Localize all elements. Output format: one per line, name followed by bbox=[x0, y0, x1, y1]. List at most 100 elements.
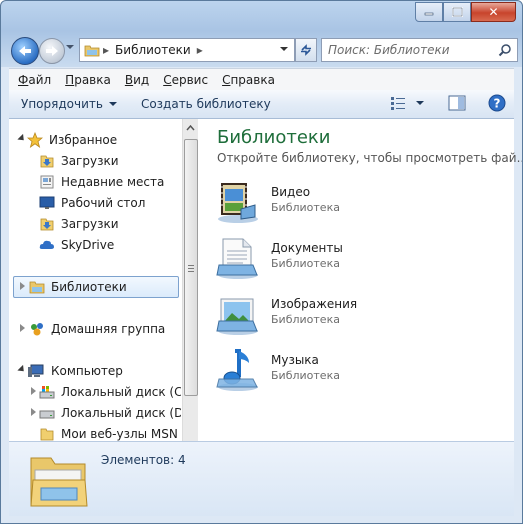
expand-computer-icon[interactable] bbox=[17, 364, 27, 375]
scroll-up-icon[interactable] bbox=[183, 121, 198, 135]
menu-view-label: ид bbox=[133, 73, 150, 87]
breadcrumb-separator: ▸ bbox=[103, 43, 110, 57]
page-subtitle: Откройте библиотеку, чтобы просмотреть ф… bbox=[217, 151, 523, 165]
expand-favorites-icon[interactable] bbox=[17, 133, 27, 144]
nav-computer-label: Компьютер bbox=[51, 364, 123, 378]
maximize-button[interactable] bbox=[443, 2, 471, 22]
menu-view[interactable]: Вид bbox=[116, 73, 154, 87]
view-chevron-down-icon bbox=[416, 101, 424, 105]
navigation-pane: Избранное Загрузки Недавние места Рабочи… bbox=[9, 119, 181, 441]
library-item-pictures[interactable]: Изображения Библиотека bbox=[215, 291, 515, 339]
search-input[interactable] bbox=[326, 42, 490, 58]
library-item-documents[interactable]: Документы Библиотека bbox=[215, 235, 515, 283]
search-icon[interactable] bbox=[498, 43, 512, 57]
expand-disk-c-icon[interactable] bbox=[31, 387, 36, 395]
back-button[interactable] bbox=[11, 37, 39, 65]
nav-recent-label: Недавние места bbox=[61, 175, 165, 189]
nav-skydrive[interactable]: SkyDrive bbox=[39, 235, 114, 255]
nav-homegroup[interactable]: Домашняя группа bbox=[29, 319, 165, 339]
nav-disk-c[interactable]: Локальный диск (C:) bbox=[39, 382, 181, 402]
forward-arrow-icon bbox=[46, 46, 58, 56]
documents-library-icon bbox=[216, 238, 258, 279]
nav-downloads-2[interactable]: Загрузки bbox=[39, 214, 119, 234]
close-button[interactable]: ✕ bbox=[471, 2, 516, 22]
refresh-button[interactable] bbox=[295, 38, 317, 62]
menu-view-accel: В bbox=[124, 73, 134, 87]
help-icon[interactable]: ? bbox=[488, 94, 506, 112]
new-library-button[interactable]: Создать библиотеку bbox=[129, 97, 283, 111]
new-library-label: Создать библиотеку bbox=[140, 97, 271, 111]
address-bar[interactable]: ▸ Библиотеки ▸ bbox=[79, 38, 295, 62]
library-item-video[interactable]: Видео Библиотека bbox=[215, 179, 515, 227]
breadcrumb-libraries[interactable]: Библиотеки bbox=[115, 43, 191, 57]
command-bar: Упорядочить Создать библиотеку ? bbox=[9, 90, 514, 119]
breadcrumb-separator-2[interactable]: ▸ bbox=[197, 43, 203, 57]
view-controls: ? bbox=[390, 94, 506, 112]
nav-desktop-label: Рабочий стол bbox=[61, 196, 146, 210]
library-type: Библиотека bbox=[271, 313, 340, 326]
nav-recent-places[interactable]: Недавние места bbox=[39, 172, 164, 192]
music-library-icon bbox=[216, 349, 258, 391]
library-name: Изображения bbox=[271, 297, 358, 311]
library-name: Видео bbox=[271, 185, 311, 199]
organize-button[interactable]: Упорядочить bbox=[9, 97, 129, 111]
search-box[interactable] bbox=[321, 38, 518, 62]
svg-text:?: ? bbox=[494, 97, 501, 111]
nav-pane-scrollbar[interactable] bbox=[182, 119, 198, 441]
desktop-icon bbox=[39, 196, 55, 209]
expand-homegroup-icon[interactable] bbox=[20, 324, 25, 332]
menu-help[interactable]: Справка bbox=[213, 73, 280, 87]
menu-edit-accel: П bbox=[65, 73, 75, 87]
change-view-button[interactable] bbox=[390, 96, 424, 110]
nav-homegroup-label: Домашняя группа bbox=[51, 322, 166, 336]
library-item-music[interactable]: Музыка Библиотека bbox=[215, 347, 515, 395]
pictures-library-icon bbox=[216, 298, 258, 335]
menu-tools[interactable]: Сервис bbox=[154, 73, 213, 87]
minimize-icon bbox=[424, 12, 434, 16]
forward-button[interactable] bbox=[39, 38, 65, 64]
video-library-icon bbox=[218, 183, 258, 223]
details-pane: Элементов: 4 bbox=[9, 441, 514, 516]
item-count: Элементов: 4 bbox=[101, 453, 186, 467]
preview-pane-icon[interactable] bbox=[448, 95, 466, 111]
menu-file[interactable]: Файл bbox=[9, 73, 56, 87]
nav-favorites-label: Избранное bbox=[49, 133, 118, 147]
nav-computer[interactable]: Компьютер bbox=[27, 361, 123, 381]
nav-disk-c-label: Локальный диск (C:) bbox=[61, 385, 181, 399]
skydrive-cloud-icon bbox=[39, 240, 54, 249]
expand-libraries-icon[interactable] bbox=[20, 282, 25, 290]
refresh-icon bbox=[301, 44, 311, 56]
nav-desktop[interactable]: Рабочий стол bbox=[39, 193, 145, 213]
organize-label: Упорядочить bbox=[21, 97, 103, 111]
libraries-large-icon bbox=[30, 457, 88, 507]
nav-msn-sites[interactable]: Мои веб-узлы MSN bbox=[39, 424, 178, 441]
caption-buttons: ✕ bbox=[415, 2, 516, 22]
menu-edit[interactable]: Правка bbox=[56, 73, 116, 87]
nav-downloads[interactable]: Загрузки bbox=[39, 151, 119, 171]
menu-help-label: правка bbox=[230, 73, 275, 87]
drive-icon bbox=[39, 410, 55, 419]
menu-tools-label: ервис bbox=[171, 73, 209, 87]
content-area: Избранное Загрузки Недавние места Рабочи… bbox=[9, 119, 522, 441]
nav-downloads-2-label: Загрузки bbox=[61, 217, 119, 231]
computer-icon bbox=[28, 364, 44, 377]
downloads-folder-icon bbox=[40, 155, 54, 168]
recent-pages-dropdown[interactable] bbox=[66, 45, 74, 49]
expand-disk-d-icon[interactable] bbox=[31, 408, 36, 416]
page-title: Библиотеки bbox=[217, 127, 331, 148]
nav-skydrive-label: SkyDrive bbox=[61, 238, 115, 252]
system-drive-icon bbox=[39, 386, 55, 399]
menu-bar: Файл Правка Вид Сервис Справка bbox=[9, 68, 514, 92]
libraries-folder-icon bbox=[84, 45, 100, 57]
nav-favorites[interactable]: Избранное bbox=[27, 130, 117, 150]
address-dropdown-icon[interactable] bbox=[280, 47, 288, 51]
nav-disk-d[interactable]: Локальный диск (D:) bbox=[39, 403, 181, 423]
library-name: Музыка bbox=[271, 353, 319, 367]
library-type: Библиотека bbox=[271, 257, 340, 270]
nav-libraries-label: Библиотеки bbox=[51, 280, 127, 294]
nav-libraries[interactable]: Библиотеки bbox=[29, 277, 127, 297]
scrollbar-thumb[interactable] bbox=[184, 139, 198, 396]
minimize-button[interactable] bbox=[415, 2, 443, 22]
homegroup-icon bbox=[31, 323, 43, 336]
address-row: ▸ Библиотеки ▸ bbox=[9, 35, 518, 65]
